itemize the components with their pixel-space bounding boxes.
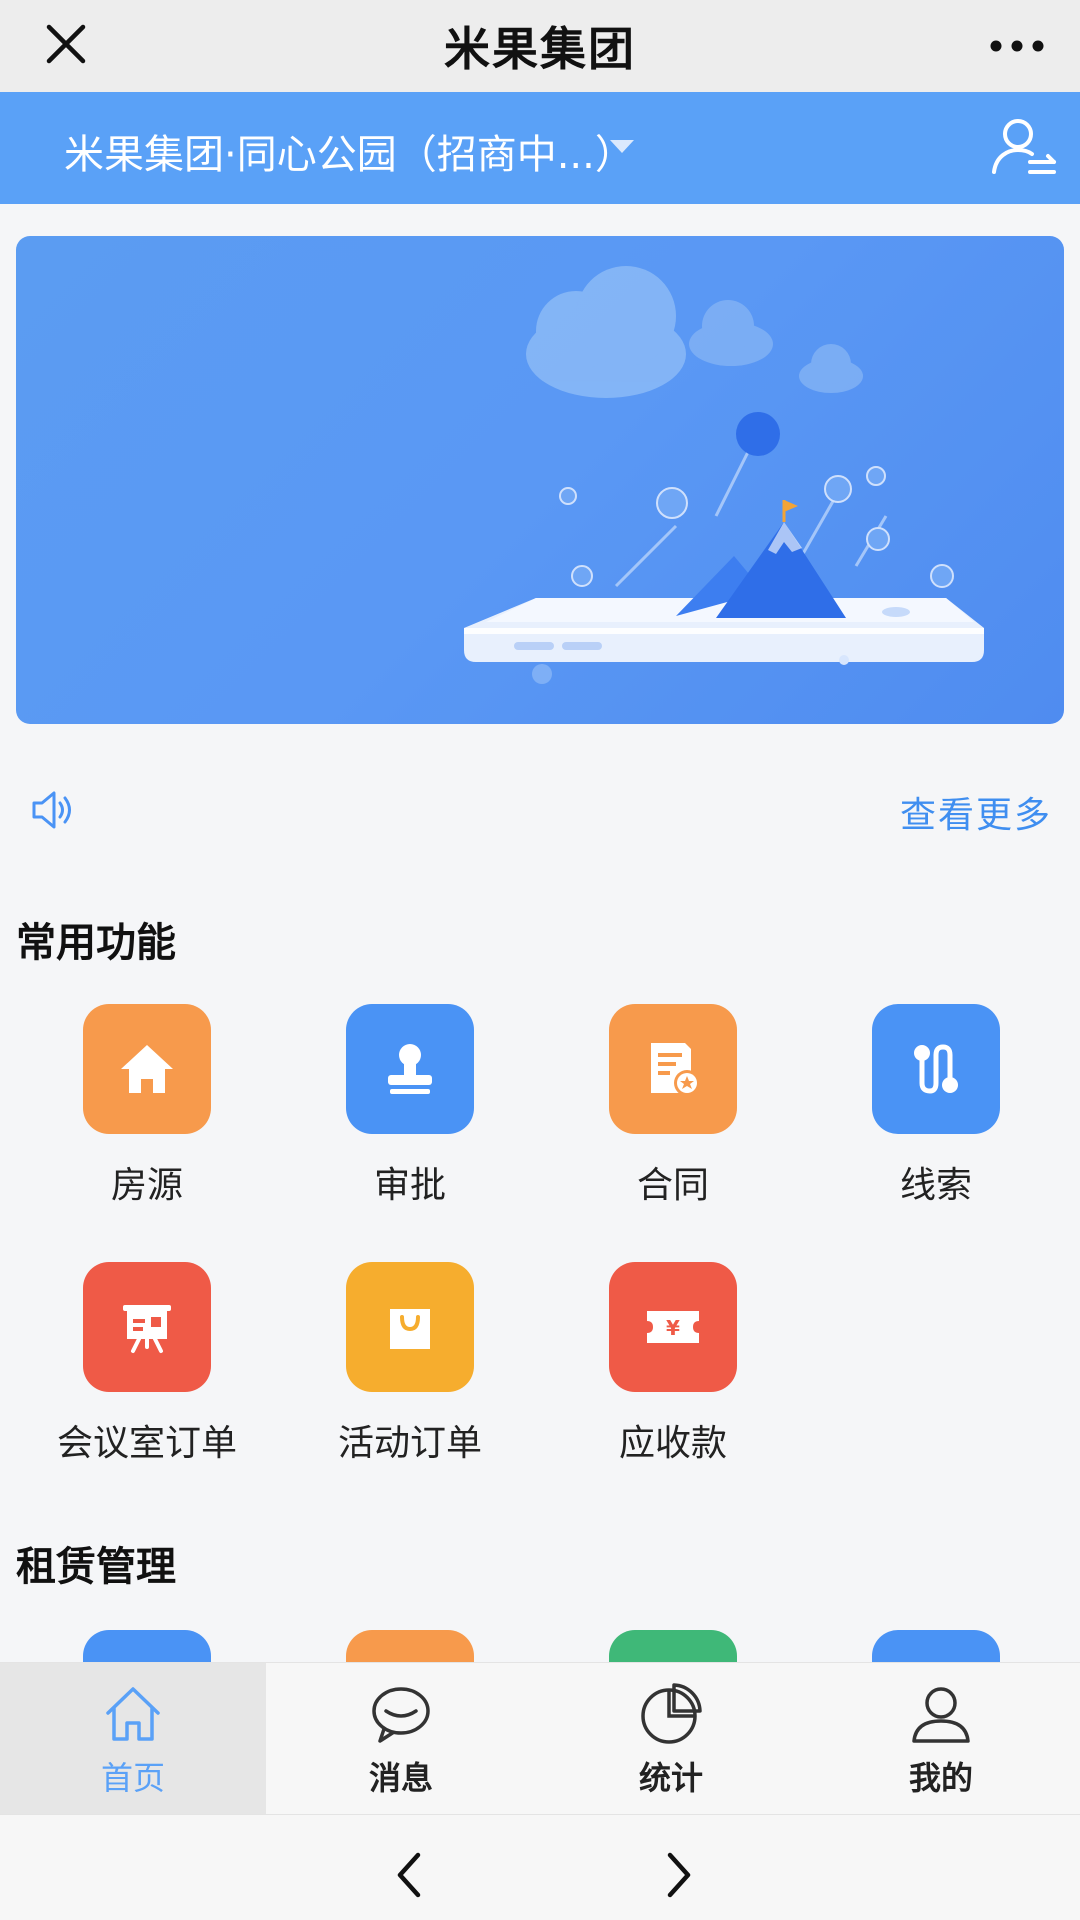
home-icon [106, 1687, 160, 1741]
function-label: 合同 [636, 1165, 709, 1206]
house-tile [83, 1004, 211, 1134]
title-bar: 米果集团 [0, 0, 1080, 92]
tab-statistics[interactable]: 统计 [536, 1663, 806, 1815]
forward-icon[interactable] [648, 1845, 708, 1905]
function-label: 活动订单 [337, 1423, 482, 1464]
section-title-common: 常用功能 [16, 920, 176, 966]
switch-user-button[interactable] [988, 112, 1058, 182]
more-icon [990, 40, 1044, 52]
tab-label: 首页 [100, 1759, 165, 1797]
shopping-bag-tile [346, 1262, 474, 1392]
chat-icon [372, 1687, 430, 1743]
tab-messages[interactable]: 消息 [266, 1663, 536, 1815]
banner-illustration [464, 266, 984, 684]
function-label: 会议室订单 [56, 1423, 237, 1464]
function-item-activity-orders[interactable]: 活动订单 [310, 1262, 510, 1482]
function-label: 应收款 [618, 1423, 727, 1464]
org-header: 米果集团·同心公园（招商中...） [0, 92, 1080, 204]
function-item-leads[interactable]: 线索 [836, 1004, 1036, 1224]
banner[interactable] [16, 236, 1064, 724]
notice-bar: 查看更多 [0, 760, 1080, 860]
contract-tile [609, 1004, 737, 1134]
function-label: 审批 [373, 1165, 446, 1206]
svg-text:¥: ¥ [666, 1316, 680, 1340]
browser-nav-bar [0, 1814, 1080, 1920]
route-tile [872, 1004, 1000, 1134]
route-icon [914, 1044, 958, 1094]
stamp-icon [388, 1044, 432, 1094]
ticket-yen-icon: ¥ [647, 1311, 699, 1343]
presentation-icon [123, 1305, 171, 1353]
back-icon[interactable] [380, 1845, 440, 1905]
tab-label: 消息 [368, 1759, 433, 1797]
function-label: 房源 [110, 1165, 183, 1206]
page-title: 米果集团 [444, 22, 636, 76]
close-button[interactable] [36, 14, 96, 74]
tab-mine[interactable]: 我的 [806, 1663, 1076, 1815]
tab-label: 统计 [638, 1759, 703, 1797]
function-item-approval[interactable]: 审批 [310, 1004, 510, 1224]
tab-home[interactable]: 首页 [0, 1663, 266, 1815]
more-button[interactable] [982, 16, 1052, 76]
view-more-link[interactable]: 查看更多 [900, 786, 1052, 838]
house-icon [121, 1045, 173, 1093]
section-title-lease: 租赁管理 [16, 1544, 176, 1590]
function-item-meeting-room-orders[interactable]: 会议室订单 [47, 1262, 247, 1482]
user-icon [912, 1687, 970, 1743]
function-item-contract[interactable]: 合同 [573, 1004, 773, 1224]
close-icon [46, 24, 86, 64]
function-item-receivables[interactable]: ¥ 应收款 [573, 1262, 773, 1482]
presentation-tile [83, 1262, 211, 1392]
pie-chart-icon [641, 1683, 702, 1744]
user-switch-icon [992, 119, 1056, 174]
shopping-bag-icon [390, 1309, 430, 1349]
ticket-tile: ¥ [609, 1262, 737, 1392]
bottom-tab-bar: 首页 消息 统计 我的 [0, 1662, 1080, 1815]
chevron-down-icon[interactable] [610, 140, 634, 153]
contract-icon [651, 1043, 700, 1096]
org-selector[interactable]: 米果集团·同心公园（招商中...） [64, 122, 635, 180]
function-label: 线索 [899, 1165, 972, 1206]
stamp-tile [346, 1004, 474, 1134]
speaker-icon [32, 791, 71, 829]
tab-label: 我的 [908, 1759, 973, 1797]
function-item-listings[interactable]: 房源 [47, 1004, 247, 1224]
